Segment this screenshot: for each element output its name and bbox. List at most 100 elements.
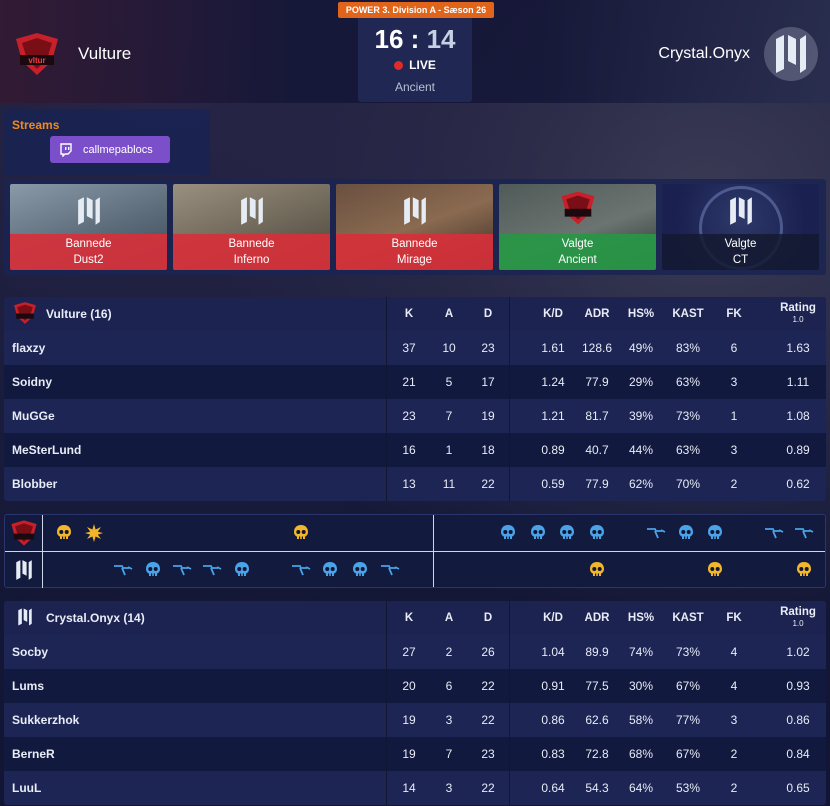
skull-icon[interactable] [793,559,815,581]
veto-card-ct[interactable]: Valgte CT [662,184,819,270]
defuse-icon[interactable] [290,559,312,581]
player-name[interactable]: Socby [12,635,48,669]
defuse-icon[interactable] [201,559,223,581]
stat-a: 3 [445,781,453,795]
col-header-d[interactable]: D [466,601,510,635]
defuse-icon[interactable] [763,522,785,544]
timeline-row-onyx [5,552,825,588]
skull-icon[interactable] [556,522,578,544]
skull-icon[interactable] [53,522,75,544]
league-badge[interactable]: POWER 3. Division A - Sæson 26 [338,2,494,18]
skull-icon[interactable] [586,522,608,544]
team-left-name: Vulture [78,44,132,63]
stat-d: 22 [481,477,495,491]
stat-k: 21 [402,375,416,389]
col-header-adr[interactable]: ADR [572,297,622,331]
col-header-kd[interactable]: K/D [528,601,578,635]
player-row[interactable]: Sukkerzhok 19 3 22 0.86 62.6 58% 77% 3 0.86 [4,703,826,737]
col-header-kast[interactable]: KAST [662,601,714,635]
defuse-icon[interactable] [645,522,667,544]
stat-k: 14 [402,781,416,795]
player-row[interactable]: Soidny 21 5 17 1.24 77.9 29% 63% 3 1.11 [4,365,826,399]
stat-adr: 77.9 [585,477,609,491]
stat-kd: 0.64 [541,781,565,795]
player-name[interactable]: flaxzy [12,331,45,365]
veto-card-inferno[interactable]: Bannede Inferno [173,184,330,270]
skull-icon[interactable] [527,522,549,544]
stat-k: 20 [402,679,416,693]
player-name[interactable]: Sukkerzhok [12,703,79,737]
veto-card-dust2[interactable]: Bannede Dust2 [10,184,167,270]
team-right[interactable]: Crystal.Onyx [658,26,820,82]
defuse-icon[interactable] [793,522,815,544]
col-header-k[interactable]: K [387,297,431,331]
stat-fk: 3 [730,375,738,389]
player-row[interactable]: Lums 20 6 22 0.91 77.5 30% 67% 4 0.93 [4,669,826,703]
skull-icon[interactable] [319,559,341,581]
player-name[interactable]: Blobber [12,467,57,501]
player-name[interactable]: MeSterLund [12,433,81,467]
col-header-fk[interactable]: FK [712,297,756,331]
stat-adr: 128.6 [581,341,613,355]
player-row[interactable]: BerneR 19 7 23 0.83 72.8 68% 67% 2 0.84 [4,737,826,771]
stat-hs: 49% [628,341,654,355]
score-right: 14 [426,24,456,54]
skull-icon[interactable] [231,559,253,581]
player-row[interactable]: MuGGe 23 7 19 1.21 81.7 39% 73% 1 1.08 [4,399,826,433]
player-row[interactable]: MeSterLund 16 1 18 0.89 40.7 44% 63% 3 0.89 [4,433,826,467]
veto-label: Bannede Mirage [336,234,493,270]
veto-card-ancient[interactable]: Valgte Ancient [499,184,656,270]
col-header-hs[interactable]: HS% [617,601,665,635]
bomb-explosion-icon[interactable] [83,522,105,544]
player-name[interactable]: MuGGe [12,399,55,433]
table-header: Crystal.Onyx (14) K A D K/D ADR HS% KAST FK Ratin… [4,601,826,635]
veto-card-mirage[interactable]: Bannede Mirage [336,184,493,270]
col-header-rating[interactable]: Rating 1.0 [770,297,826,331]
skull-icon[interactable] [704,559,726,581]
player-name[interactable]: Soidny [12,365,52,399]
skull-icon[interactable] [497,522,519,544]
table-team-title: Vulture (16) [46,307,112,321]
defuse-icon[interactable] [379,559,401,581]
player-row[interactable]: Socby 27 2 26 1.04 89.9 74% 73% 4 1.02 [4,635,826,669]
table-team-heading: Vulture (16) [12,301,112,326]
stat-kast: 67% [675,747,701,761]
skull-icon[interactable] [290,522,312,544]
col-header-a[interactable]: A [427,601,471,635]
player-name[interactable]: Lums [12,669,44,703]
col-header-d[interactable]: D [466,297,510,331]
player-name[interactable]: LuuL [12,771,41,805]
stat-adr: 77.9 [585,375,609,389]
col-header-kd[interactable]: K/D [528,297,578,331]
player-row[interactable]: LuuL 14 3 22 0.64 54.3 64% 53% 2 0.65 [4,771,826,805]
skull-icon[interactable] [586,559,608,581]
col-header-a[interactable]: A [427,297,471,331]
skull-icon[interactable] [704,522,726,544]
stat-fk: 2 [730,781,738,795]
defuse-icon[interactable] [112,559,134,581]
player-row[interactable]: flaxzy 37 10 23 1.61 128.6 49% 83% 6 1.63 [4,331,826,365]
skull-icon[interactable] [142,559,164,581]
col-header-rating[interactable]: Rating 1.0 [770,601,826,635]
col-header-kast[interactable]: KAST [662,297,714,331]
player-row[interactable]: Blobber 13 11 22 0.59 77.9 62% 70% 2 0.62 [4,467,826,501]
defuse-icon[interactable] [171,559,193,581]
player-name[interactable]: BerneR [12,737,55,771]
col-header-hs[interactable]: HS% [617,297,665,331]
score-box: 16 : 14 LIVE Ancient [358,18,472,102]
stat-kd: 0.59 [541,477,565,491]
stat-hs: 29% [628,375,654,389]
col-header-k[interactable]: K [387,601,431,635]
skull-icon[interactable] [675,522,697,544]
skull-icon[interactable] [349,559,371,581]
col-rating-version: 1.0 [792,315,804,324]
crystal-onyx-logo [762,25,820,83]
team-left[interactable]: vltur Vulture [12,30,131,78]
stat-d: 23 [481,341,495,355]
col-rating-label: Rating [780,606,816,618]
stream-button-twitch[interactable]: callmepablocs [50,136,170,163]
stat-fk: 4 [730,645,738,659]
col-header-fk[interactable]: FK [712,601,756,635]
stat-rating: 0.84 [786,747,810,761]
col-header-adr[interactable]: ADR [572,601,622,635]
